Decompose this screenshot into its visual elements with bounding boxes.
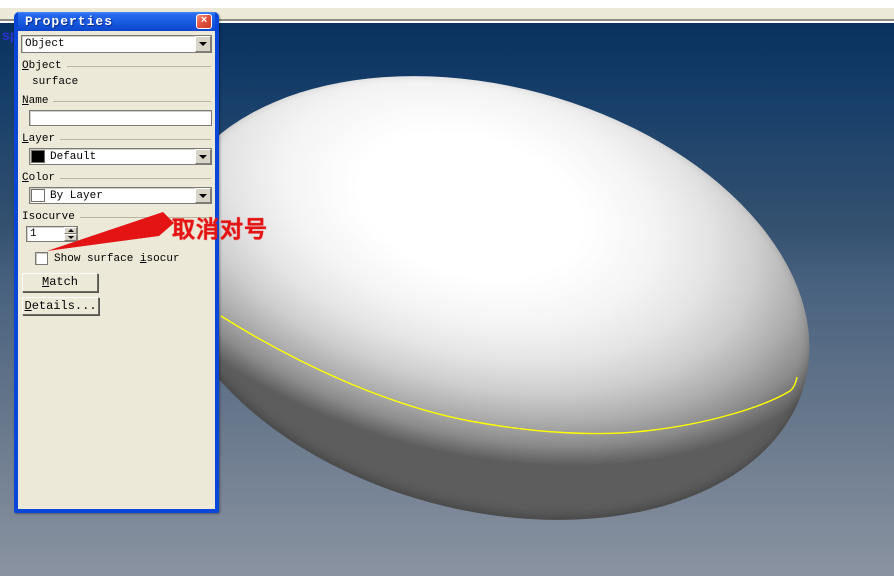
- color-combobox[interactable]: By Layer: [29, 187, 212, 204]
- dialog-client-area: Object Object surface Name Layer Default…: [18, 31, 215, 315]
- color-group-label: Color: [22, 172, 56, 184]
- spin-up-button[interactable]: [64, 227, 77, 234]
- name-group-header: Name: [22, 95, 213, 107]
- object-type-value: surface: [32, 76, 79, 88]
- spin-down-button[interactable]: [64, 234, 77, 241]
- layer-group-header: Layer: [22, 133, 213, 145]
- layer-group-label: Layer: [22, 133, 56, 145]
- layer-color-swatch: [31, 150, 45, 163]
- page-selector-value: Object: [25, 38, 65, 50]
- isocurve-density-value[interactable]: 1: [27, 227, 64, 241]
- chevron-down-icon: [199, 193, 207, 198]
- color-value: By Layer: [50, 189, 103, 202]
- details-button[interactable]: Details...: [22, 297, 99, 315]
- color-group-header: Color: [22, 172, 213, 184]
- properties-dialog: Properties × Object Object surface Name: [14, 12, 219, 513]
- isocurve-density-spinner: 1: [26, 226, 78, 242]
- dropdown-button[interactable]: [195, 149, 211, 164]
- separator-line: [60, 178, 211, 179]
- display-color-swatch: [31, 189, 45, 202]
- object-group-header: Object: [22, 60, 213, 72]
- dropdown-button[interactable]: [195, 36, 211, 52]
- separator-line: [60, 139, 211, 140]
- separator-line: [66, 66, 211, 67]
- name-input[interactable]: [29, 110, 212, 126]
- layer-combobox[interactable]: Default: [29, 148, 212, 165]
- show-isocurve-label: Show surface isocur: [54, 252, 180, 265]
- close-icon: ×: [200, 15, 208, 27]
- annotation-text: 取消对号: [172, 216, 268, 242]
- ellipsoid-surface-object[interactable]: [112, 7, 860, 576]
- dialog-titlebar[interactable]: Properties ×: [18, 12, 215, 31]
- spinner-buttons: [64, 227, 77, 241]
- app-window: sp 取消对号 Properties × Object Object surfa…: [0, 0, 894, 576]
- toolbar-strip-top: [0, 0, 894, 8]
- spin-up-icon: [67, 229, 74, 232]
- close-button[interactable]: ×: [196, 14, 212, 29]
- page-selector-combobox[interactable]: Object: [21, 35, 212, 53]
- isocurve-group-label: Isocurve: [22, 211, 75, 223]
- name-group-label: Name: [22, 95, 49, 107]
- object-group-label: Object: [22, 60, 62, 72]
- match-button[interactable]: Match: [22, 273, 98, 292]
- show-isocurve-checkbox[interactable]: [35, 252, 48, 265]
- spin-down-icon: [67, 236, 74, 239]
- separator-line: [53, 101, 211, 102]
- dialog-title: Properties: [25, 14, 114, 29]
- chevron-down-icon: [199, 154, 207, 159]
- chevron-down-icon: [199, 42, 207, 46]
- layer-value: Default: [50, 150, 97, 163]
- show-isocurve-row: Show surface isocur: [35, 252, 213, 265]
- dropdown-button[interactable]: [195, 188, 211, 203]
